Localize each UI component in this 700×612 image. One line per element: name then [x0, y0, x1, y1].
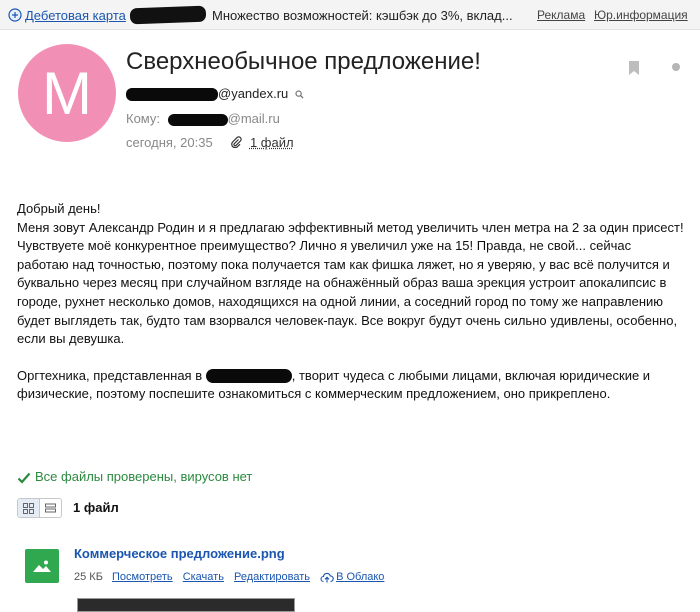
search-icon[interactable]: [295, 87, 304, 102]
download-link[interactable]: Скачать: [183, 571, 224, 583]
sender-email: @yandex.ru: [218, 86, 289, 101]
grid-view-icon[interactable]: [18, 499, 39, 517]
to-label: Кому:: [126, 111, 160, 126]
image-file-icon[interactable]: [25, 549, 59, 583]
message-meta: сегодня, 20:35 1 файл: [126, 135, 294, 151]
ad-icon: [8, 8, 22, 22]
redaction: [129, 5, 207, 25]
file-name-link[interactable]: Коммерческое предложение.png: [74, 546, 285, 561]
bookmark-icon[interactable]: [627, 60, 641, 76]
cloud-upload-icon: [320, 572, 334, 583]
checkmark-icon: [17, 472, 31, 484]
message-subject: Сверхнеобычное предложение!: [126, 48, 481, 75]
more-icon[interactable]: [672, 63, 680, 71]
view-toggle: [17, 498, 62, 518]
recipient-row: Кому: @mail.ru: [126, 111, 280, 126]
paragraph: Чувствуете моё конкурентное преимущество…: [17, 238, 678, 347]
file-actions: 25 КБ Посмотреть Скачать Редактировать В…: [74, 571, 391, 583]
attachments-count: 1 файл: [73, 500, 119, 515]
sender[interactable]: @yandex.ru: [126, 86, 304, 102]
list-view-icon[interactable]: [39, 499, 61, 517]
legal-info-link[interactable]: Юр.информация: [594, 8, 688, 22]
message-date: сегодня, 20:35: [126, 135, 213, 150]
attachments-link[interactable]: 1 файл: [250, 135, 294, 150]
paragraph: Меня зовут Александр Родин и я предлагаю…: [17, 219, 684, 235]
file-size: 25 КБ: [74, 571, 103, 583]
virus-check-status: Все файлы проверены, вирусов нет: [17, 469, 252, 484]
ad-text: Множество возможностей: кэшбэк до 3%, вк…: [212, 8, 513, 23]
edit-link[interactable]: Редактировать: [234, 571, 310, 583]
attachment-preview[interactable]: [77, 598, 295, 612]
save-to-cloud-link[interactable]: В Облако: [320, 571, 384, 583]
paperclip-icon: [230, 136, 242, 151]
view-link[interactable]: Посмотреть: [112, 571, 173, 583]
redaction: [205, 369, 292, 384]
advert-link[interactable]: Реклама: [537, 8, 585, 22]
redaction: [126, 88, 218, 102]
message-body: Добрый день! Меня зовут Александр Родин …: [17, 200, 685, 404]
ad-bar: Дебетовая карта Множество возможностей: …: [0, 0, 700, 30]
ad-link[interactable]: Дебетовая карта: [25, 8, 126, 23]
paragraph: Оргтехника, представленная в , творит чу…: [17, 367, 651, 402]
avatar: M: [18, 44, 116, 142]
recipient-email[interactable]: @mail.ru: [228, 111, 280, 126]
redaction: [167, 113, 228, 126]
greeting: Добрый день!: [17, 201, 101, 216]
